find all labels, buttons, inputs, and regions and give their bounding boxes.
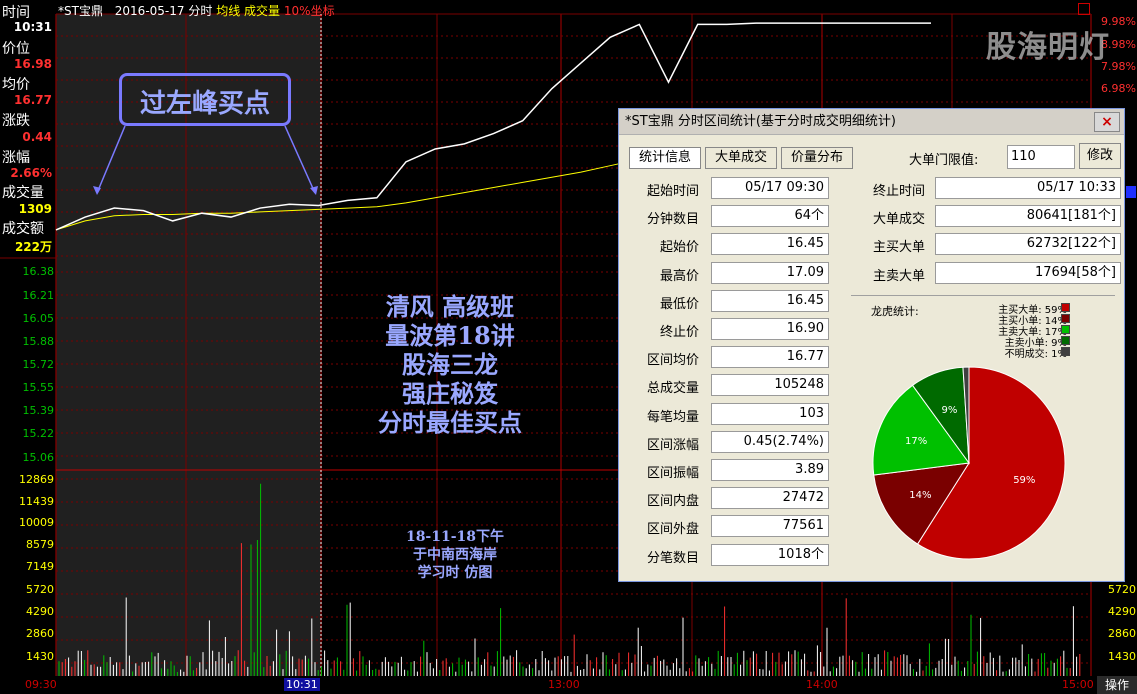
- dragon-label: 龙虎统计:: [871, 305, 919, 318]
- pie-label: 59%: [1013, 475, 1035, 486]
- stat-value: 17694[58个]: [935, 261, 1121, 284]
- stat-value: 05/17 10:33: [935, 177, 1121, 199]
- tab-price-volume[interactable]: 价量分布: [781, 147, 853, 169]
- stat-label: 每笔均量: [646, 409, 699, 425]
- stat-label: 终止时间: [872, 184, 925, 199]
- stat-value: 64个: [711, 205, 829, 228]
- stat-value: 16.45: [711, 233, 829, 256]
- stat-value: 103: [711, 402, 829, 425]
- stat-label: 起始时间: [646, 184, 699, 199]
- stat-label: 区间外盘: [646, 522, 699, 538]
- stat-label: 总成交量: [646, 381, 699, 397]
- pie-label: 9%: [942, 405, 958, 416]
- threshold-label: 大单门限值:: [909, 153, 979, 168]
- lesson-line: 强庄秘笈: [402, 379, 498, 408]
- close-icon[interactable]: ×: [1094, 112, 1120, 132]
- stat-value: 16.90: [711, 318, 829, 340]
- lesson-line: 股海三龙: [402, 350, 498, 379]
- stat-value: 0.45(2.74%): [711, 430, 829, 453]
- stat-value: 62732[122个]: [935, 233, 1121, 256]
- footer-line: 18-11-18下午: [405, 529, 505, 545]
- stat-label: 终止价: [659, 325, 699, 340]
- stat-value: 16.45: [711, 289, 829, 312]
- stat-value: 77561: [711, 515, 829, 538]
- stat-value: 17.09: [711, 261, 829, 284]
- threshold-input[interactable]: 110: [1007, 145, 1075, 169]
- lesson-footer: 18-11-18下午 于中南西海岸 学习时 仿图: [370, 528, 540, 582]
- lesson-title: 清风 高级班 量波第18讲 股海三龙 强庄秘笈 分时最佳买点: [340, 292, 560, 437]
- stat-label: 主卖大单: [872, 268, 925, 284]
- stat-value: 27472: [711, 487, 829, 510]
- stat-label: 区间内盘: [646, 494, 699, 510]
- stat-label: 起始价: [659, 240, 699, 256]
- stat-value: 1018个: [711, 543, 829, 566]
- pie-chart: 59% 14% 17% 9%: [872, 366, 1066, 560]
- stat-label: 最高价: [659, 268, 699, 284]
- legend-swatch: [1061, 325, 1070, 334]
- stat-value: 3.89: [711, 459, 829, 481]
- footer-line: 于中南西海岸: [413, 547, 497, 563]
- stat-label: 区间涨幅: [646, 437, 699, 453]
- legend-swatch: [1061, 347, 1070, 356]
- lesson-line: 清风 高级班: [385, 292, 515, 321]
- stat-label: 大单成交: [872, 212, 925, 228]
- interval-stats-dialog: *ST宝鼎 分时区间统计(基于分时成交明细统计) × 统计信息 大单成交 价量分…: [618, 108, 1125, 582]
- stat-value: 105248: [711, 374, 829, 397]
- legend-swatch: [1061, 303, 1070, 312]
- legend-label: 不明成交: 1%: [1004, 349, 1067, 360]
- pie-label: 17%: [905, 436, 927, 447]
- tab-large-orders[interactable]: 大单成交: [705, 147, 777, 169]
- lesson-line: 量波第18讲: [385, 321, 515, 350]
- footer-line: 学习时 仿图: [417, 565, 493, 581]
- stat-label: 分笔数目: [646, 550, 699, 566]
- stat-value: 16.77: [711, 346, 829, 369]
- stat-label: 分钟数目: [646, 212, 699, 228]
- stat-label: 区间振幅: [646, 466, 699, 481]
- stat-value: 05/17 09:30: [711, 177, 829, 199]
- stat-label: 主买大单: [872, 240, 925, 256]
- legend-swatch: [1061, 314, 1070, 323]
- modify-button[interactable]: 修改: [1079, 143, 1121, 169]
- divider: [851, 295, 1115, 296]
- legend-swatch: [1061, 336, 1070, 345]
- stat-label: 区间均价: [646, 353, 699, 369]
- pie-label: 14%: [909, 490, 931, 501]
- stat-value: 80641[181个]: [935, 205, 1121, 228]
- lesson-line: 分时最佳买点: [378, 408, 522, 437]
- dialog-title: *ST宝鼎 分时区间统计(基于分时成交明细统计): [619, 109, 1124, 135]
- tab-stats[interactable]: 统计信息: [629, 147, 701, 169]
- stat-label: 最低价: [659, 296, 699, 312]
